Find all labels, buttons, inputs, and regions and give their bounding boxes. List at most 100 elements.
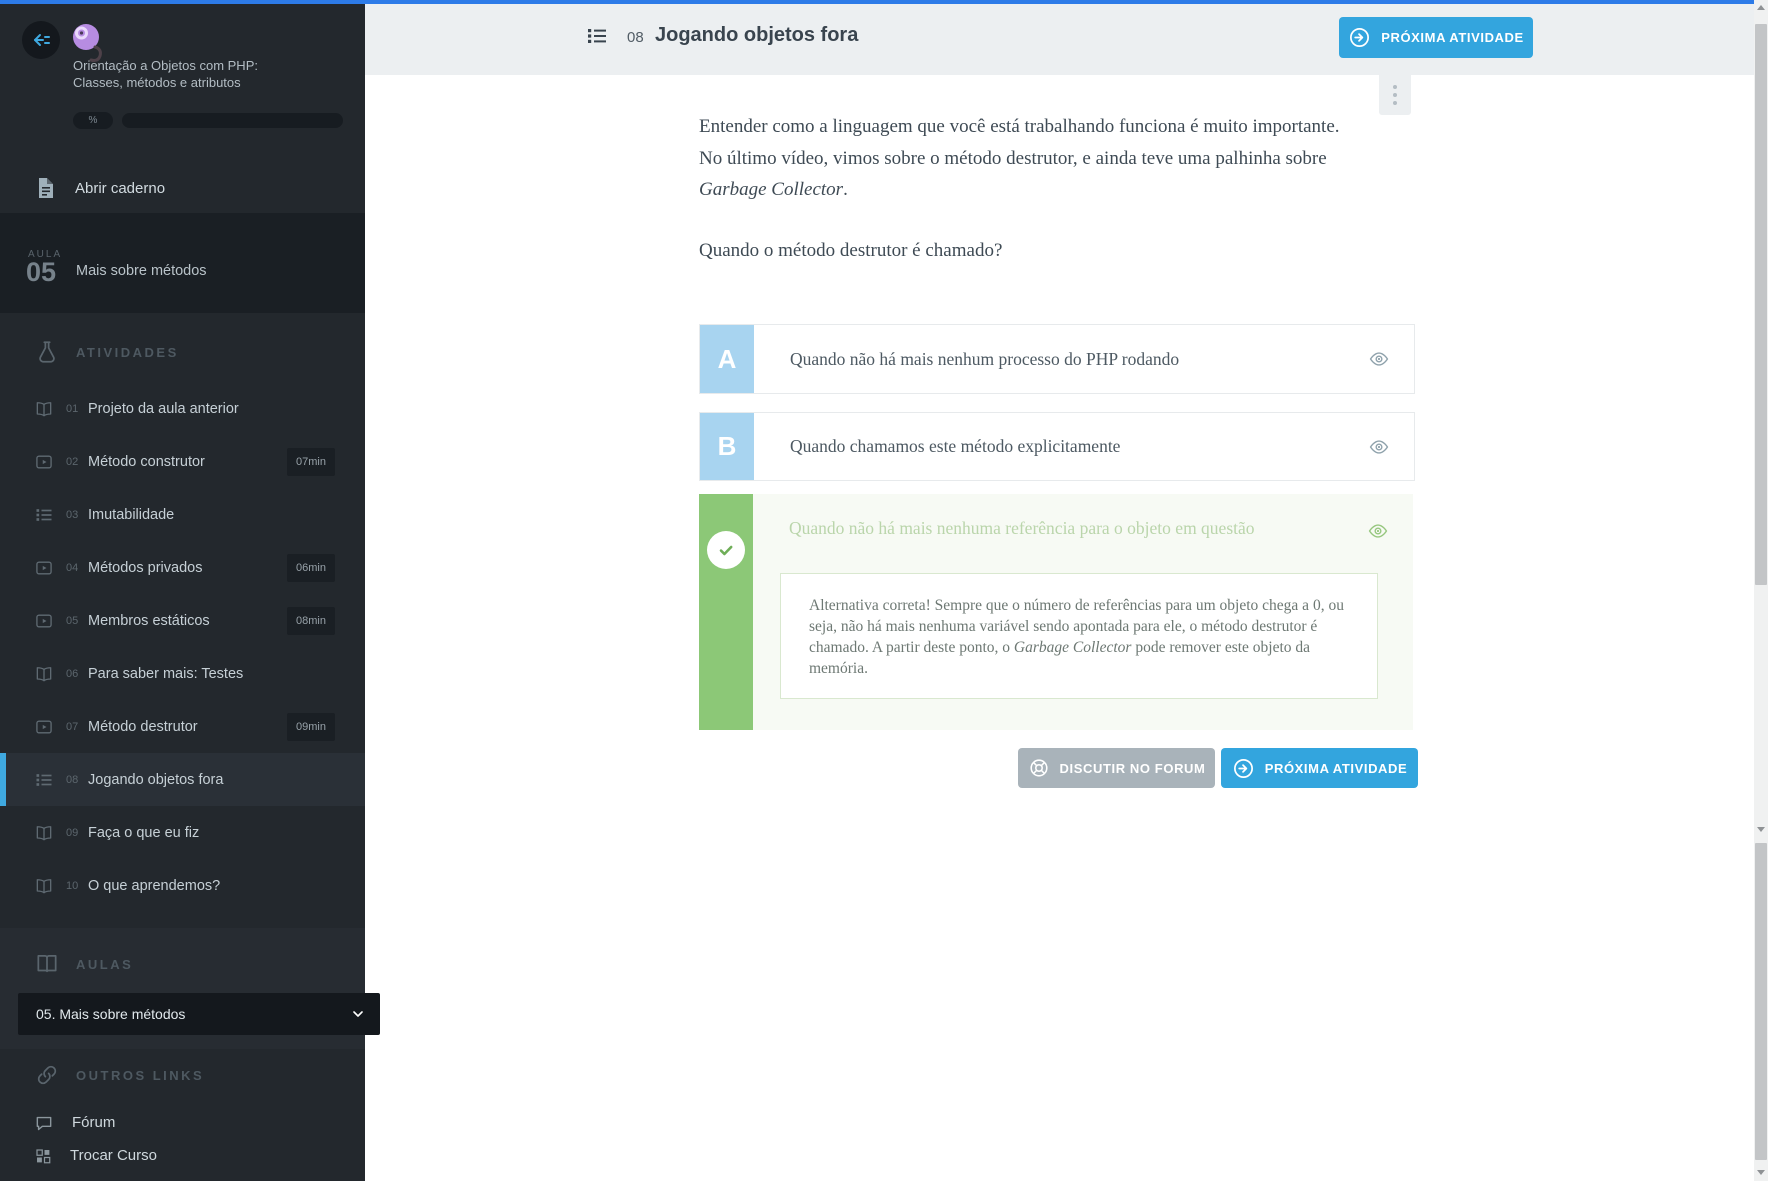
- lesson-title: Mais sobre métodos: [76, 263, 207, 279]
- sidebar-item-metodo-destrutor[interactable]: 07 Método destrutor 09min: [0, 700, 365, 753]
- activity-number: 09: [66, 827, 88, 839]
- sidebar-item-membros-estaticos[interactable]: 05 Membros estáticos 08min: [0, 594, 365, 647]
- video-icon: [34, 452, 56, 472]
- collapse-sidebar-button[interactable]: [22, 21, 60, 59]
- activity-number: 01: [66, 403, 88, 415]
- activity-title: Métodos privados: [88, 560, 202, 576]
- sidebar-item-imutabilidade[interactable]: 03 Imutabilidade: [0, 488, 365, 541]
- quiz-list-icon: [34, 505, 56, 525]
- open-notebook-label: Abrir caderno: [75, 180, 165, 197]
- explanation-italic-term: Garbage Collector: [1014, 639, 1132, 656]
- discuss-forum-label: DISCUTIR NO FORUM: [1060, 761, 1206, 776]
- more-options-menu[interactable]: [1379, 75, 1411, 115]
- intro-text-end: .: [843, 179, 848, 200]
- sidebar-link-forum[interactable]: Fórum: [0, 1106, 399, 1139]
- chat-icon: [34, 1113, 54, 1133]
- reveal-answer-eye-icon[interactable]: [1367, 520, 1389, 542]
- sidebar-item-metodo-construtor[interactable]: 02 Método construtor 07min: [0, 435, 365, 488]
- scrollbar-thumb-outer[interactable]: [1755, 843, 1767, 1160]
- book-closed-icon: [34, 951, 60, 977]
- activity-number: 07: [66, 721, 88, 733]
- progress-bar: [122, 113, 343, 128]
- activity-title: Imutabilidade: [88, 507, 174, 523]
- lesson-select[interactable]: 05. Mais sobre métodos: [18, 993, 380, 1035]
- aulas-header-label: AULAS: [76, 957, 133, 972]
- question-intro-paragraph: Entender como a linguagem que você está …: [699, 111, 1347, 206]
- sidebar-item-para-saber-mais-testes[interactable]: 06 Para saber mais: Testes: [0, 647, 365, 700]
- intro-italic-term: Garbage Collector: [699, 179, 843, 200]
- trocar-curso-link-label: Trocar Curso: [70, 1147, 157, 1164]
- course-title-line2: Classes, métodos e atributos: [73, 75, 353, 92]
- reveal-answer-eye-icon[interactable]: [1368, 436, 1390, 458]
- sidebar-link-trocar-curso[interactable]: Trocar Curso: [0, 1139, 399, 1172]
- correct-option-body: Quando não há mais nenhuma referência pa…: [753, 494, 1413, 730]
- activities-list: 01 Projeto da aula anterior 02 Método co…: [0, 382, 365, 912]
- sidebar-item-faca-o-que-eu-fiz[interactable]: 09 Faça o que eu fiz: [0, 806, 365, 859]
- activity-header: [365, 4, 1754, 75]
- lesson-select-value: 05. Mais sobre métodos: [36, 1006, 350, 1022]
- kebab-dot: [1393, 85, 1397, 89]
- video-icon: [34, 558, 56, 578]
- grid-icon: [34, 1147, 52, 1165]
- arrow-right-circle-icon: [1348, 26, 1371, 49]
- course-title-line1: Orientação a Objetos com PHP:: [73, 58, 353, 75]
- other-links-section-header: OUTROS LINKS: [0, 1061, 399, 1089]
- top-accent-bar: [0, 0, 1754, 4]
- activity-number: 02: [66, 456, 88, 468]
- correct-option-text: Quando não há mais nenhuma referência pa…: [789, 518, 1343, 539]
- activity-number-header: 08: [627, 29, 644, 46]
- page-title: Jogando objetos fora: [655, 24, 858, 47]
- answer-option-correct[interactable]: Quando não há mais nenhuma referência pa…: [699, 494, 1413, 730]
- sidebar-item-metodos-privados[interactable]: 04 Métodos privados 06min: [0, 541, 365, 594]
- next-activity-label: PRÓXIMA ATIVIDADE: [1265, 761, 1408, 776]
- book-icon: [34, 399, 56, 419]
- check-circle-icon: [707, 531, 745, 569]
- video-icon: [34, 717, 56, 737]
- arrow-right-circle-icon: [1232, 757, 1255, 780]
- activity-title: O que aprendemos?: [88, 878, 220, 894]
- answer-explanation: Alternativa correta! Sempre que o número…: [780, 573, 1378, 699]
- discuss-forum-button[interactable]: DISCUTIR NO FORUM: [1018, 748, 1215, 788]
- answer-option-a[interactable]: A Quando não há mais nenhum processo do …: [699, 324, 1415, 394]
- activity-type-list-icon: [585, 24, 609, 48]
- kebab-dot: [1393, 93, 1397, 97]
- activity-number: 04: [66, 562, 88, 574]
- sidebar-item-o-que-aprendemos[interactable]: 10 O que aprendemos?: [0, 859, 365, 912]
- scrollbar-down-arrow-inner[interactable]: [1757, 827, 1765, 832]
- sidebar-item-jogando-objetos-fora[interactable]: 08 Jogando objetos fora: [0, 753, 365, 806]
- answer-option-b[interactable]: B Quando chamamos este método explicitam…: [699, 412, 1415, 481]
- reveal-answer-eye-icon[interactable]: [1368, 348, 1390, 370]
- scrollbar-down-arrow[interactable]: [1757, 1170, 1765, 1175]
- intro-text: Entender como a linguagem que você está …: [699, 116, 1340, 169]
- page-scrollbar[interactable]: [1754, 0, 1768, 1181]
- option-text: Quando não há mais nenhum processo do PH…: [754, 325, 1414, 393]
- activity-title: Membros estáticos: [88, 613, 210, 629]
- activity-title: Projeto da aula anterior: [88, 401, 239, 417]
- quiz-list-icon: [34, 770, 56, 790]
- scrollbar-up-arrow[interactable]: [1757, 5, 1765, 10]
- book-icon: [34, 664, 56, 684]
- chevron-down-icon: [350, 1006, 366, 1022]
- notebook-icon: [34, 176, 58, 200]
- next-activity-button-bottom[interactable]: PRÓXIMA ATIVIDADE: [1221, 748, 1418, 788]
- next-activity-label: PRÓXIMA ATIVIDADE: [1381, 30, 1524, 45]
- duration-badge: 06min: [287, 554, 335, 582]
- question-text: Quando o método destrutor é chamado?: [699, 240, 1347, 262]
- aulas-section-header: AULAS: [0, 950, 399, 978]
- current-lesson-block: AULA 05 Mais sobre métodos: [0, 213, 365, 313]
- kebab-dot: [1393, 101, 1397, 105]
- link-icon: [34, 1062, 60, 1088]
- scrollbar-thumb-inner[interactable]: [1755, 24, 1767, 585]
- option-letter: A: [700, 325, 754, 393]
- next-activity-button-top[interactable]: PRÓXIMA ATIVIDADE: [1339, 17, 1533, 58]
- video-icon: [34, 611, 56, 631]
- flask-icon: [34, 339, 60, 365]
- open-notebook-button[interactable]: Abrir caderno: [34, 176, 165, 200]
- sidebar-item-projeto-da-aula-anterior[interactable]: 01 Projeto da aula anterior: [0, 382, 365, 435]
- course-title: Orientação a Objetos com PHP: Classes, m…: [73, 58, 353, 91]
- duration-badge: 07min: [287, 448, 335, 476]
- duration-badge: 09min: [287, 713, 335, 741]
- forum-link-label: Fórum: [72, 1114, 115, 1131]
- lesson-number: 05: [26, 257, 56, 288]
- progress-percent-badge: %: [73, 112, 113, 129]
